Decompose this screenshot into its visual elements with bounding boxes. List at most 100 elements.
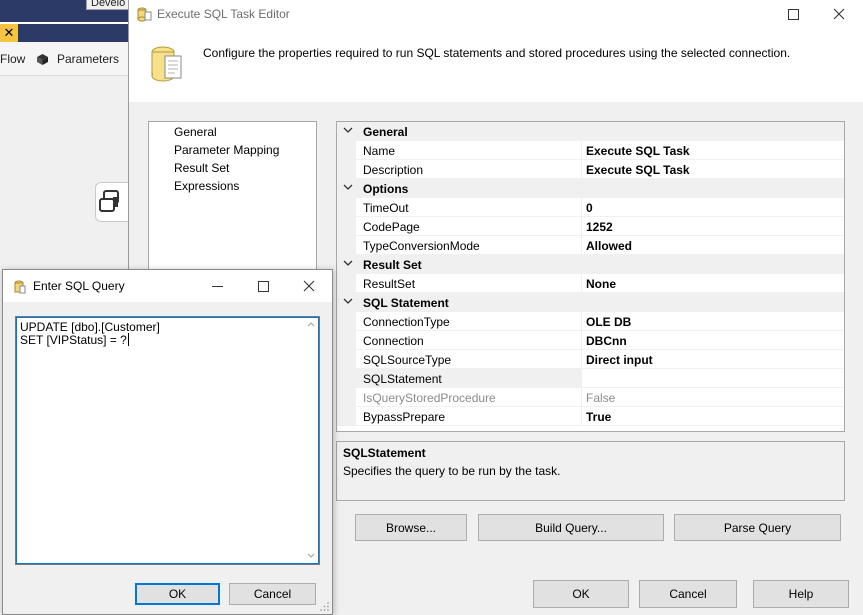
cancel-button[interactable]: Cancel xyxy=(639,580,737,608)
grid-margin xyxy=(337,217,356,236)
chevron-down-icon[interactable] xyxy=(343,125,353,135)
grid-margin xyxy=(337,198,356,217)
execute-sql-task-icon[interactable] xyxy=(95,182,131,222)
property-name: CodePage xyxy=(363,220,420,234)
property-value[interactable]: False xyxy=(586,391,615,405)
sql-line-2: SET [VIPStatus] = ? xyxy=(20,333,129,347)
nav-item-general[interactable]: General xyxy=(174,125,217,139)
grid-margin xyxy=(337,407,356,426)
database-scroll-icon xyxy=(151,46,182,82)
sql-task-icon xyxy=(137,7,152,22)
property-name: ResultSet xyxy=(363,277,416,291)
nav-item-result-set[interactable]: Result Set xyxy=(174,161,229,175)
property-row[interactable]: ConnectionType OLE DB xyxy=(337,312,844,331)
close-tab-icon[interactable]: ✕ xyxy=(0,24,18,42)
grid-margin xyxy=(337,350,356,369)
property-category-label: Options xyxy=(363,182,409,196)
control-flow-tab[interactable]: Flow xyxy=(0,52,25,66)
property-value[interactable]: Execute SQL Task xyxy=(586,144,690,158)
column-splitter xyxy=(581,312,582,331)
property-value[interactable]: DBCnn xyxy=(586,334,627,348)
property-name: SQLSourceType xyxy=(363,353,452,367)
property-name: BypassPrepare xyxy=(363,410,446,424)
close-button[interactable] xyxy=(286,270,332,302)
column-splitter xyxy=(581,160,582,179)
property-row[interactable]: BypassPrepare True xyxy=(337,407,844,426)
property-name: IsQueryStoredProcedure xyxy=(363,391,496,405)
property-name: Name xyxy=(363,144,396,158)
property-row[interactable]: Description Execute SQL Task xyxy=(337,160,844,179)
property-value[interactable]: None xyxy=(586,277,616,291)
grid-margin xyxy=(337,274,356,293)
property-value[interactable]: 0 xyxy=(586,201,593,215)
property-name: Connection xyxy=(363,334,424,348)
build-query-button[interactable]: Build Query... xyxy=(478,514,664,541)
property-category[interactable]: SQL Statement xyxy=(337,293,844,312)
property-category[interactable]: General xyxy=(337,122,844,141)
sql-query-textarea[interactable]: UPDATE [dbo].[Customer] SET [VIPStatus] … xyxy=(15,316,320,565)
chevron-down-icon[interactable] xyxy=(343,258,353,268)
column-splitter xyxy=(581,331,582,350)
nav-item-parameter-mapping[interactable]: Parameter Mapping xyxy=(174,143,279,157)
column-splitter xyxy=(581,350,582,369)
column-splitter xyxy=(581,198,582,217)
property-category[interactable]: Options xyxy=(337,179,844,198)
column-splitter xyxy=(581,141,582,160)
resize-grip-icon[interactable] xyxy=(320,602,330,612)
property-name: Description xyxy=(363,163,424,177)
property-value[interactable]: Execute SQL Task xyxy=(586,163,690,177)
ok-button[interactable]: OK xyxy=(533,580,629,608)
vertical-scrollbar[interactable] xyxy=(304,318,318,563)
property-row[interactable]: TypeConversionMode Allowed xyxy=(337,236,844,255)
grid-margin xyxy=(337,312,356,331)
property-value[interactable]: True xyxy=(586,410,611,424)
grid-margin xyxy=(337,331,356,350)
browse-button[interactable]: Browse... xyxy=(355,514,467,541)
sql-dialog-title: Enter SQL Query xyxy=(33,279,125,293)
property-name: SQLStatement xyxy=(363,372,442,386)
nav-item-expressions[interactable]: Expressions xyxy=(174,179,239,193)
property-row[interactable]: ResultSet None xyxy=(337,274,844,293)
property-value[interactable]: 1252 xyxy=(586,220,613,234)
property-row[interactable]: CodePage 1252 xyxy=(337,217,844,236)
minimize-button[interactable] xyxy=(194,270,240,302)
property-row[interactable]: Name Execute SQL Task xyxy=(337,141,844,160)
sql-query-icon xyxy=(14,280,26,294)
property-category[interactable]: Result Set xyxy=(337,255,844,274)
property-row[interactable]: Connection DBCnn xyxy=(337,331,844,350)
designer-tab[interactable]: Develo xyxy=(86,0,130,10)
property-category-label: Result Set xyxy=(363,258,422,272)
grid-margin xyxy=(337,141,356,160)
sql-cancel-button[interactable]: Cancel xyxy=(229,583,316,605)
column-splitter xyxy=(581,407,582,426)
property-row[interactable]: SQLStatement xyxy=(337,369,844,388)
parse-query-button[interactable]: Parse Query xyxy=(674,514,841,541)
property-row[interactable]: SQLSourceType Direct input xyxy=(337,350,844,369)
help-button[interactable]: Help xyxy=(753,580,849,608)
text-caret xyxy=(127,333,129,346)
close-button[interactable] xyxy=(816,0,862,28)
property-description-panel: SQLStatement Specifies the query to be r… xyxy=(336,441,845,501)
property-value[interactable]: OLE DB xyxy=(586,315,631,329)
property-value[interactable]: Direct input xyxy=(586,353,653,367)
chevron-down-icon[interactable] xyxy=(343,182,353,192)
chevron-down-icon[interactable] xyxy=(343,296,353,306)
parameters-tab[interactable]: Parameters xyxy=(57,52,119,66)
property-name: TypeConversionMode xyxy=(363,239,480,253)
enter-sql-query-dialog: Enter SQL Query UPDATE [dbo].[Customer] … xyxy=(2,269,333,615)
maximize-button[interactable] xyxy=(240,270,286,302)
column-splitter xyxy=(581,388,582,407)
sql-ok-button[interactable]: OK xyxy=(135,583,220,605)
header-description: Configure the properties required to run… xyxy=(203,46,791,60)
sql-dialog-title-bar: Enter SQL Query xyxy=(3,270,332,302)
maximize-button[interactable] xyxy=(770,0,816,28)
property-row[interactable]: TimeOut 0 xyxy=(337,198,844,217)
column-splitter xyxy=(581,217,582,236)
grid-margin xyxy=(337,236,356,255)
description-title: SQLStatement xyxy=(343,446,426,460)
property-value[interactable]: Allowed xyxy=(586,239,632,253)
header-banner xyxy=(129,28,863,102)
property-grid: General Name Execute SQL Task Description Ex… xyxy=(336,121,845,432)
property-name: ConnectionType xyxy=(363,315,450,329)
property-row[interactable]: IsQueryStoredProcedure False xyxy=(337,388,844,407)
